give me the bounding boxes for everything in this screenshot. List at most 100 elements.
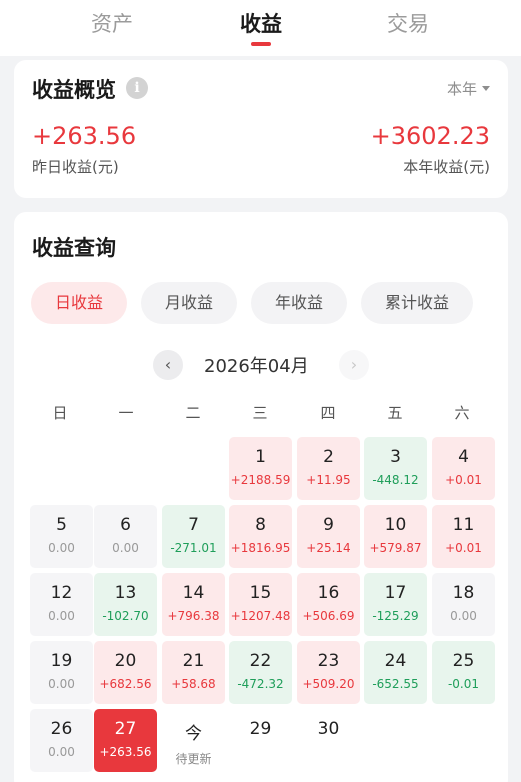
period-select[interactable]: 本年 [447,78,490,99]
calendar-day-cell[interactable]: 23 +509.20 [297,641,360,704]
weekday-fri: 五 [387,404,403,422]
calendar-day-number: 22 [249,651,272,671]
calendar-day-earnings: -0.01 [447,677,480,691]
calendar-day-earnings: -472.32 [237,677,284,691]
calendar-day-earnings: +1207.48 [230,609,291,623]
calendar-day-cell[interactable]: 25 -0.01 [432,641,495,704]
calendar-day-number: 30 [317,719,340,739]
calendar-day-number: 12 [50,583,73,603]
calendar-day-cell[interactable]: 今待更新 [162,709,225,772]
calendar-day-earnings: +796.38 [167,609,220,623]
calendar-day-earnings: -448.12 [372,473,419,487]
calendar-day-number: 23 [317,651,340,671]
calendar-day-cell[interactable]: 27 +263.56 [94,709,157,772]
calendar-day-number: 24 [384,651,407,671]
calendar-day-cell[interactable]: 30 [297,709,360,772]
calendar-day-number: 14 [182,583,205,603]
calendar-day-number: 27 [114,719,137,739]
calendar-day-number: 19 [50,651,73,671]
yesterday-earnings-label: 昨日收益(元) [32,158,119,176]
chip-cumulative-earnings[interactable]: 累计收益 [361,282,473,324]
calendar-day-earnings: +509.20 [302,677,355,691]
calendar-day-number: 6 [120,515,131,535]
chip-daily-earnings[interactable]: 日收益 [31,282,127,324]
yesterday-earnings-value: +263.56 [32,122,137,150]
calendar-day-cell[interactable]: 9 +25.14 [297,505,360,568]
calendar-day-earnings: +58.68 [171,677,216,691]
chevron-left-icon[interactable]: ‹ [153,350,183,380]
earnings-query-card: 收益查询 日收益 月收益 年收益 累计收益 ‹ 2026年04月 › 日 一 二… [14,212,508,782]
calendar-day-earnings: +682.56 [99,677,152,691]
weekday-sun: 日 [52,404,68,422]
calendar-day-earnings: -271.01 [170,541,217,555]
calendar-day-cell[interactable]: 17 -125.29 [364,573,427,636]
calendar-day-cell[interactable]: 20 +682.56 [94,641,157,704]
calendar-day-earnings: +579.87 [369,541,422,555]
calendar-day-cell[interactable]: 6 0.00 [94,505,157,568]
calendar-day-cell[interactable]: 12 0.00 [30,573,93,636]
tab-trades[interactable]: 交易 [358,8,458,42]
calendar-day-number: 1 [255,447,266,467]
calendar-day-number: 26 [50,719,73,739]
tab-assets[interactable]: 资产 [62,8,162,42]
calendar-day-cell[interactable]: 10 +579.87 [364,505,427,568]
calendar-day-cell[interactable]: 21 +58.68 [162,641,225,704]
calendar-day-cell[interactable]: 11 +0.01 [432,505,495,568]
calendar-day-number: 21 [182,651,205,671]
calendar-day-earnings: +0.01 [445,541,482,555]
calendar-day-earnings: 0.00 [450,609,477,623]
calendar-day-cell[interactable]: 13 -102.70 [94,573,157,636]
chevron-right-icon[interactable]: › [339,350,369,380]
calendar-day-earnings: +506.69 [302,609,355,623]
calendar-day-earnings: +263.56 [99,745,152,759]
calendar-day-cell[interactable]: 3 -448.12 [364,437,427,500]
calendar-day-earnings: -102.70 [102,609,149,623]
calendar-day-cell[interactable]: 26 0.00 [30,709,93,772]
calendar-day-cell[interactable]: 22 -472.32 [229,641,292,704]
calendar-day-cell[interactable]: 14 +796.38 [162,573,225,636]
calendar-day-earnings: -125.29 [372,609,419,623]
tab-earnings[interactable]: 收益 [211,8,311,42]
year-earnings-value: +3602.23 [370,122,490,150]
weekday-thu: 四 [320,404,336,422]
calendar-day-cell[interactable]: 29 [229,709,292,772]
weekday-wed: 三 [252,404,268,422]
month-navigator: ‹ 2026年04月 › [14,348,508,382]
weekday-sat: 六 [454,404,470,422]
calendar-day-cell[interactable]: 5 0.00 [30,505,93,568]
calendar-day-cell[interactable]: 8 +1816.95 [229,505,292,568]
calendar-day-number: 17 [384,583,407,603]
current-month-label: 2026年04月 [204,356,309,377]
calendar-day-number: 3 [390,447,401,467]
calendar-day-number: 29 [249,719,272,739]
chip-monthly-earnings[interactable]: 月收益 [141,282,237,324]
calendar-day-earnings: 0.00 [112,541,139,555]
period-select-label: 本年 [446,80,477,98]
calendar-day-cell[interactable]: 4 +0.01 [432,437,495,500]
weekday-tue: 二 [185,404,201,422]
calendar-day-cell[interactable]: 1 +2188.59 [229,437,292,500]
calendar-day-number: 16 [317,583,340,603]
chip-yearly-earnings[interactable]: 年收益 [251,282,347,324]
calendar-day-number: 7 [188,515,199,535]
calendar-day-cell[interactable]: 18 0.00 [432,573,495,636]
query-title: 收益查询 [32,236,116,260]
active-tab-indicator [251,42,271,46]
calendar-day-number: 18 [452,583,475,603]
calendar-day-cell[interactable]: 15 +1207.48 [229,573,292,636]
calendar-day-earnings: 0.00 [48,677,75,691]
overview-title: 收益概览 [32,78,116,102]
calendar-day-cell[interactable]: 16 +506.69 [297,573,360,636]
calendar-day-cell[interactable]: 19 0.00 [30,641,93,704]
calendar-day-cell[interactable]: 24 -652.55 [364,641,427,704]
calendar-day-number: 今 [185,724,202,744]
caret-down-icon [482,86,490,91]
calendar-day-cell[interactable]: 7 -271.01 [162,505,225,568]
calendar-day-earnings: +11.95 [306,473,351,487]
top-tab-bar: 资产 收益 交易 [0,0,521,56]
calendar-day-earnings: +2188.59 [230,473,291,487]
calendar-day-cell[interactable]: 2 +11.95 [297,437,360,500]
calendar-day-earnings: 0.00 [48,541,75,555]
calendar-day-number: 20 [114,651,137,671]
info-icon[interactable]: i [126,77,148,99]
